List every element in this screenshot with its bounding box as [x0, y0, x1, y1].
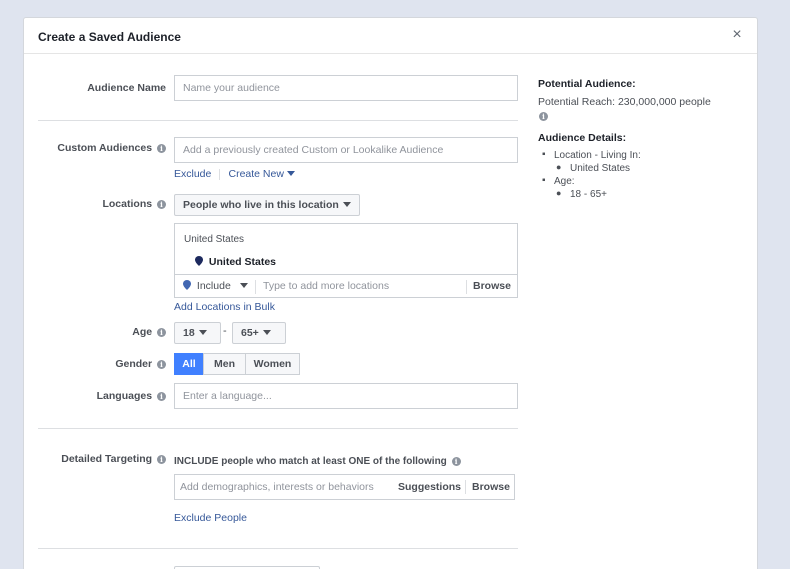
gender-selector: All Men Women — [174, 353, 300, 375]
bullet-icon: ● — [556, 188, 562, 198]
include-criteria-text: INCLUDE people who match at least ONE of… — [174, 456, 461, 467]
bullet-icon: ● — [556, 162, 562, 172]
age-label-text: Age — [132, 326, 153, 338]
age-max-dropdown[interactable]: 65+ — [232, 322, 286, 344]
field-divider — [466, 280, 467, 294]
gender-label: Gender i — [26, 358, 166, 370]
chevron-down-icon — [198, 330, 207, 335]
chevron-down-icon — [239, 283, 248, 288]
info-icon[interactable]: i — [451, 457, 461, 466]
suggestions-button[interactable]: Suggestions — [398, 481, 461, 493]
audience-summary-panel: Potential Audience: Potential Reach: 230… — [538, 78, 748, 201]
create-audience-dialog: Create a Saved Audience × Audience Name … — [23, 17, 758, 569]
detailed-targeting-input[interactable]: Add demographics, interests or behaviors — [180, 481, 374, 493]
location-box: United States United States Include Type… — [174, 223, 518, 298]
custom-audiences-label-text: Custom Audiences — [57, 142, 153, 154]
age-dash: - — [223, 325, 227, 337]
audience-details-heading: Audience Details: — [538, 132, 627, 144]
detail-location-value-row: ● United States — [554, 162, 748, 175]
exclude-link[interactable]: Exclude — [174, 168, 211, 180]
section-divider — [38, 120, 518, 121]
detail-age-value: 18 - 65+ — [570, 189, 607, 200]
info-icon[interactable]: i — [157, 360, 166, 369]
gender-men-button[interactable]: Men — [203, 353, 246, 375]
link-divider — [219, 168, 221, 180]
location-type-dropdown[interactable]: People who live in this location — [174, 194, 360, 216]
field-divider — [465, 480, 466, 494]
locations-label: Locations i — [26, 198, 166, 210]
field-divider — [255, 280, 256, 294]
info-icon[interactable]: i — [157, 200, 166, 209]
chevron-down-icon — [286, 171, 295, 176]
detail-location-label: Location - Living In: — [554, 150, 641, 161]
detail-age-value-row: ● 18 - 65+ — [554, 188, 748, 201]
exclude-people-link[interactable]: Exclude People — [174, 512, 247, 524]
include-criteria-label: INCLUDE people who match at least ONE of… — [174, 456, 447, 467]
include-dropdown[interactable]: Include — [183, 280, 248, 292]
location-pin-icon — [183, 280, 191, 290]
bullet-icon: ▪ — [542, 149, 546, 160]
chevron-down-icon — [342, 202, 351, 207]
audience-name-input[interactable]: Name your audience — [174, 75, 518, 101]
gender-all-button[interactable]: All — [174, 353, 204, 375]
detail-age: ▪ Age: ● 18 - 65+ — [538, 175, 748, 201]
create-new-label: Create New — [228, 168, 284, 180]
info-icon[interactable]: i — [157, 144, 166, 153]
detail-location-value: United States — [570, 163, 631, 174]
audience-name-label: Audience Name — [87, 82, 166, 94]
selected-location-label: United States — [208, 256, 277, 268]
section-divider — [38, 548, 518, 549]
detailed-targeting-box: Add demographics, interests or behaviors… — [174, 474, 515, 500]
targeting-browse-button[interactable]: Browse — [472, 481, 510, 493]
location-type-label: People who live in this location — [183, 199, 339, 211]
age-min-value: 18 — [183, 327, 195, 339]
detail-location: ▪ Location - Living In: ● United States — [538, 149, 748, 175]
include-label: Include — [196, 280, 231, 292]
custom-audiences-label: Custom Audiences i — [26, 142, 166, 154]
add-locations-bulk-link[interactable]: Add Locations in Bulk — [174, 301, 275, 313]
selected-location[interactable]: United States — [195, 256, 276, 268]
location-group-header: United States — [184, 234, 245, 245]
detailed-targeting-label-text: Detailed Targeting — [61, 453, 153, 465]
info-icon[interactable]: i — [157, 392, 166, 401]
location-browse-button[interactable]: Browse — [473, 280, 511, 292]
gender-women-button[interactable]: Women — [245, 353, 300, 375]
close-icon[interactable]: × — [729, 26, 745, 44]
locations-label-text: Locations — [102, 198, 153, 210]
info-icon[interactable]: i — [157, 455, 166, 464]
age-max-value: 65+ — [241, 327, 259, 339]
dialog-title: Create a Saved Audience — [38, 30, 181, 44]
info-icon[interactable]: i — [539, 112, 548, 121]
age-min-dropdown[interactable]: 18 — [174, 322, 221, 344]
languages-label-text: Languages — [96, 390, 153, 402]
bullet-icon: ▪ — [542, 175, 546, 186]
location-add-row: Include Type to add more locations Brows… — [175, 274, 517, 298]
detailed-targeting-label: Detailed Targeting i — [26, 453, 166, 465]
detail-age-label: Age: — [554, 176, 575, 187]
dialog-header: Create a Saved Audience × — [24, 18, 757, 54]
chevron-down-icon — [262, 330, 271, 335]
custom-audiences-actions: Exclude Create New — [174, 168, 295, 180]
info-icon[interactable]: i — [157, 328, 166, 337]
section-divider — [38, 428, 518, 429]
create-new-link[interactable]: Create New — [228, 168, 295, 180]
potential-audience-heading: Potential Audience: — [538, 78, 636, 90]
gender-label-text: Gender — [115, 358, 153, 370]
audience-details-list: ▪ Location - Living In: ● United States … — [538, 149, 748, 201]
reach-info: i — [538, 110, 748, 122]
potential-reach: Potential Reach: 230,000,000 people — [538, 96, 711, 108]
custom-audiences-input[interactable]: Add a previously created Custom or Looka… — [174, 137, 518, 163]
languages-input[interactable]: Enter a language... — [174, 383, 518, 409]
age-label: Age i — [26, 326, 166, 338]
languages-label: Languages i — [26, 390, 166, 402]
location-pin-icon — [195, 256, 203, 266]
location-search-input[interactable]: Type to add more locations — [263, 280, 389, 292]
